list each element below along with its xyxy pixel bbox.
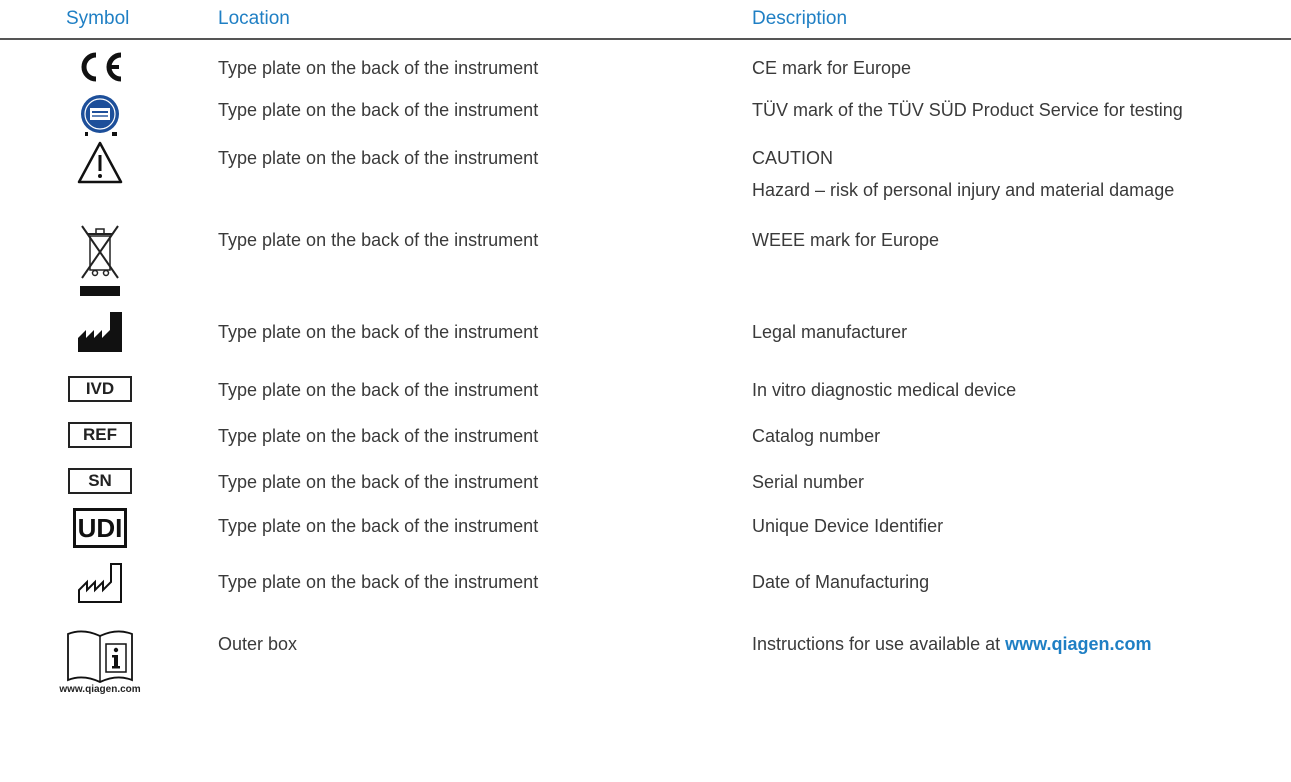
location-text: Type plate on the back of the instrument [218,472,539,492]
ivd-icon: IVD [68,376,132,402]
header-rule [0,38,1291,40]
description-text: Date of Manufacturing [752,572,930,592]
location-text: Type plate on the back of the instrument [218,230,539,250]
qiagen-link[interactable]: www.qiagen.com [1005,634,1151,654]
icon-caption: www.qiagen.com [59,684,141,695]
caution-label: CAUTION [752,148,833,168]
location-text: Type plate on the back of the instrument [218,100,539,120]
manufacturer-icon [60,308,140,354]
description-text: Legal manufacturer [752,322,908,342]
ce-mark-icon [60,52,140,82]
description-text: Instructions for use available at www.qi… [752,628,1152,660]
ref-icon: REF [68,422,132,448]
date-of-manufacture-icon [60,560,140,606]
description-text: Serial number [752,472,865,492]
header-location: Location [218,8,290,29]
weee-bin-icon [60,224,140,300]
description-text: TÜV mark of the TÜV SÜD Product Service … [752,100,1183,120]
sn-icon: SN [68,468,132,494]
location-text: Type plate on the back of the instrument [218,380,539,400]
location-text: Type plate on the back of the instrument [218,322,539,342]
location-text: Type plate on the back of the instrument [218,572,539,592]
location-text: Type plate on the back of the instrument [218,516,539,536]
instructions-text: Instructions for use available at [752,634,1006,654]
tuv-mark-icon [60,92,140,140]
description-text: CAUTION Hazard – risk of personal injury… [752,142,1174,206]
description-text: Catalog number [752,426,881,446]
description-text: In vitro diagnostic medical device [752,380,1017,400]
caution-triangle-icon [60,140,140,186]
description-text: Unique Device Identifier [752,516,944,536]
location-text: Type plate on the back of the instrument [218,426,539,446]
instructions-book-icon [67,630,133,683]
location-text: Type plate on the back of the instrument [218,148,539,168]
location-text: Type plate on the back of the instrument [218,58,539,78]
header-description: Description [752,8,848,29]
udi-icon: UDI [73,508,127,548]
location-text: Outer box [218,634,298,654]
description-text: CE mark for Europe [752,58,912,78]
header-symbol: Symbol [66,8,130,29]
description-text: WEEE mark for Europe [752,230,940,250]
caution-detail: Hazard – risk of personal injury and mat… [752,180,1175,200]
